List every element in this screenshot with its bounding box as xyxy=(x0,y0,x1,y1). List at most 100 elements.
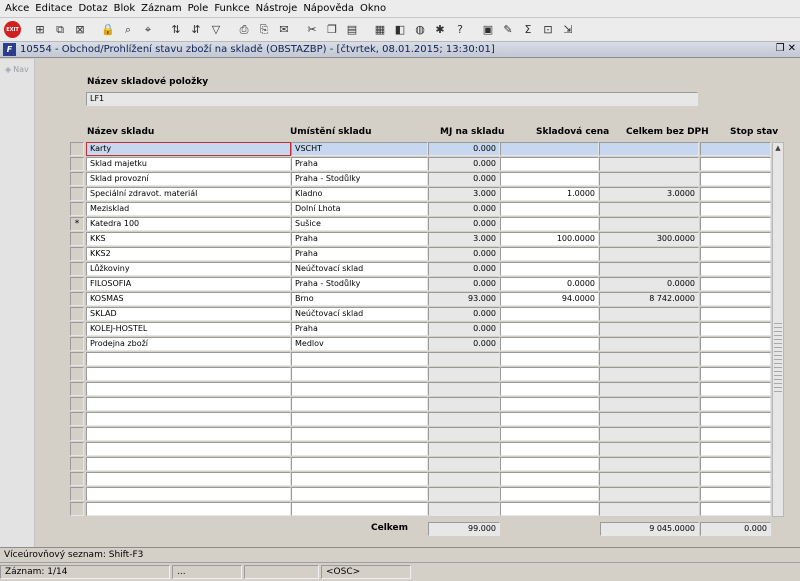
table-row[interactable] xyxy=(36,457,800,472)
cell-price[interactable] xyxy=(500,262,599,276)
cell-price[interactable] xyxy=(500,142,599,156)
cell-price[interactable] xyxy=(500,367,599,381)
notes-icon[interactable]: ✎ xyxy=(499,21,517,39)
cell-stop[interactable] xyxy=(700,472,771,486)
cell-stop[interactable] xyxy=(700,352,771,366)
row-marker[interactable] xyxy=(70,367,84,381)
cell-location[interactable] xyxy=(291,352,428,366)
cell-qty[interactable] xyxy=(428,367,500,381)
menu-item[interactable]: Pole xyxy=(187,3,214,14)
restore-icon[interactable]: ❐ xyxy=(776,43,785,54)
cell-total[interactable] xyxy=(599,217,699,231)
cell-total[interactable] xyxy=(599,382,699,396)
table-row[interactable]: Karty VSCHT 0.000 xyxy=(36,142,800,157)
cell-qty[interactable] xyxy=(428,382,500,396)
menu-item[interactable]: Akce xyxy=(4,3,34,14)
cell-total[interactable] xyxy=(599,457,699,471)
cell-qty[interactable]: 0.000 xyxy=(428,157,500,171)
row-marker[interactable] xyxy=(70,307,84,321)
menu-item[interactable]: Nástroje xyxy=(255,3,303,14)
cell-location[interactable]: Dolní Lhota xyxy=(291,202,428,216)
cell-price[interactable] xyxy=(500,307,599,321)
row-marker[interactable]: * xyxy=(70,217,84,231)
cell-qty[interactable] xyxy=(428,352,500,366)
scroll-thumb[interactable] xyxy=(774,323,782,393)
cell-qty[interactable]: 0.000 xyxy=(428,277,500,291)
lock-icon[interactable]: 🔒 xyxy=(99,21,117,39)
cell-location[interactable]: Sušice xyxy=(291,217,428,231)
cell-stop[interactable] xyxy=(700,337,771,351)
cell-qty[interactable]: 0.000 xyxy=(428,142,500,156)
cell-name[interactable]: Karty xyxy=(86,142,291,156)
cell-stop[interactable] xyxy=(700,412,771,426)
help-icon[interactable]: ? xyxy=(451,21,469,39)
copy-icon[interactable]: ❐ xyxy=(323,21,341,39)
cell-stop[interactable] xyxy=(700,262,771,276)
menu-item[interactable]: Blok xyxy=(113,3,141,14)
cell-price[interactable] xyxy=(500,397,599,411)
cell-location[interactable]: VSCHT xyxy=(291,142,428,156)
cell-location[interactable] xyxy=(291,502,428,516)
cell-price[interactable]: 100.0000 xyxy=(500,232,599,246)
cell-name[interactable] xyxy=(86,427,291,441)
cell-stop[interactable] xyxy=(700,277,771,291)
table-row[interactable]: KKS Praha 3.000 100.0000 300.0000 xyxy=(36,232,800,247)
cell-name[interactable]: Katedra 100 xyxy=(86,217,291,231)
cell-stop[interactable] xyxy=(700,232,771,246)
table-row[interactable] xyxy=(36,367,800,382)
cell-total[interactable] xyxy=(599,322,699,336)
settings-icon[interactable]: ✱ xyxy=(431,21,449,39)
cell-qty[interactable] xyxy=(428,487,500,501)
cell-stop[interactable] xyxy=(700,172,771,186)
query-enter-icon[interactable]: ⌕ xyxy=(119,21,137,39)
cell-location[interactable]: Praha xyxy=(291,247,428,261)
row-marker[interactable] xyxy=(70,292,84,306)
table-row[interactable]: FILOSOFIA Praha - Stodůlky 0.000 0.0000 0.00… xyxy=(36,277,800,292)
table-row[interactable]: SKLAD Neúčtovací sklad 0.000 xyxy=(36,307,800,322)
cell-name[interactable]: Lůžkoviny xyxy=(86,262,291,276)
cell-price[interactable] xyxy=(500,157,599,171)
table-row[interactable] xyxy=(36,502,800,517)
cell-location[interactable] xyxy=(291,472,428,486)
cell-total[interactable] xyxy=(599,487,699,501)
cell-name[interactable] xyxy=(86,457,291,471)
row-marker[interactable] xyxy=(70,337,84,351)
cell-location[interactable] xyxy=(291,442,428,456)
table-row[interactable] xyxy=(36,412,800,427)
report-icon[interactable]: ▣ xyxy=(479,21,497,39)
window-icon[interactable]: ◧ xyxy=(391,21,409,39)
table-row[interactable]: Speciální zdravot. materiál Kladno 3.000 1.… xyxy=(36,187,800,202)
cell-stop[interactable] xyxy=(700,427,771,441)
cell-stop[interactable] xyxy=(700,487,771,501)
close-icon[interactable]: ✕ xyxy=(788,43,796,54)
paste-icon[interactable]: ▤ xyxy=(343,21,361,39)
cell-price[interactable] xyxy=(500,352,599,366)
cell-qty[interactable]: 0.000 xyxy=(428,262,500,276)
cell-total[interactable] xyxy=(599,427,699,441)
cell-name[interactable] xyxy=(86,442,291,456)
insert-record-icon[interactable]: ⊞ xyxy=(31,21,49,39)
cell-price[interactable]: 94.0000 xyxy=(500,292,599,306)
cell-stop[interactable] xyxy=(700,457,771,471)
cell-stop[interactable] xyxy=(700,382,771,396)
cell-location[interactable]: Praha - Stodůlky xyxy=(291,172,428,186)
cell-qty[interactable] xyxy=(428,397,500,411)
row-marker[interactable] xyxy=(70,322,84,336)
cell-location[interactable] xyxy=(291,412,428,426)
cell-stop[interactable] xyxy=(700,442,771,456)
row-marker[interactable] xyxy=(70,172,84,186)
cell-location[interactable] xyxy=(291,397,428,411)
cell-total[interactable] xyxy=(599,367,699,381)
cell-qty[interactable] xyxy=(428,412,500,426)
cell-name[interactable]: KOLEJ-HOSTEL xyxy=(86,322,291,336)
export-icon[interactable]: ⇲ xyxy=(559,21,577,39)
row-marker[interactable] xyxy=(70,247,84,261)
cell-stop[interactable] xyxy=(700,397,771,411)
cell-stop[interactable] xyxy=(700,157,771,171)
table-row[interactable]: * Katedra 100 Sušice 0.000 xyxy=(36,217,800,232)
cell-price[interactable] xyxy=(500,442,599,456)
cell-qty[interactable]: 0.000 xyxy=(428,307,500,321)
globe-icon[interactable]: ◍ xyxy=(411,21,429,39)
cell-total[interactable] xyxy=(599,172,699,186)
cell-name[interactable]: Sklad provozní xyxy=(86,172,291,186)
